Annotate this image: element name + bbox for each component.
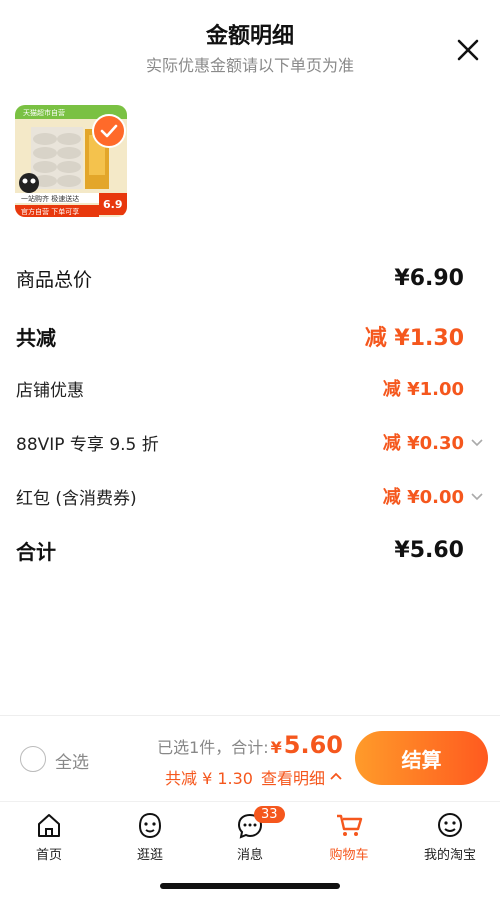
row-amount: ¥6.90 <box>394 266 464 291</box>
chevron-down-icon[interactable] <box>470 435 484 449</box>
row-amount: 减 ¥1.30 <box>364 326 464 351</box>
row-amount: 减 ¥1.00 <box>382 379 464 400</box>
tab-label: 逛逛 <box>136 848 163 863</box>
selected-check-icon[interactable] <box>92 114 126 148</box>
row-label: 共减 <box>16 325 56 350</box>
tab-my-taobao[interactable]: 我的淘宝 <box>410 810 490 863</box>
row-amount: 减 ¥0.30 <box>382 433 464 454</box>
view-detail-label: 查看明细 <box>260 769 325 788</box>
total-value: 5.60 <box>283 731 343 759</box>
image-footer: 官方自营 下单可享 <box>21 207 79 216</box>
tab-messages[interactable]: 消息 33 <box>210 806 290 863</box>
selected-summary: 已选1件，合计: ¥ 5.60 <box>157 731 343 759</box>
view-detail-link[interactable]: 共减 ¥ 1.30 查看明细 <box>165 765 343 789</box>
sheet-title: 金额明细 <box>205 24 294 49</box>
sheet-subtitle: 实际优惠金额请以下单页为准 <box>145 56 354 75</box>
total-symbol: ¥ <box>270 738 282 757</box>
row-total-reduction: 共减 减 ¥1.30 <box>16 320 484 352</box>
reduced-text: 共减 ¥ 1.30 <box>165 769 253 788</box>
browse-face-icon <box>138 812 162 839</box>
selected-text: 已选1件，合计: <box>157 738 269 757</box>
select-all-radio[interactable] <box>20 746 46 772</box>
close-icon[interactable] <box>454 36 482 64</box>
message-count-badge: 33 <box>254 806 285 823</box>
cart-icon <box>337 814 363 836</box>
home-icon <box>38 814 60 837</box>
tab-label: 我的淘宝 <box>423 848 476 863</box>
image-top-label: 天猫超市自营 <box>23 108 65 117</box>
tab-cart[interactable]: 购物车 <box>309 810 389 863</box>
row-label: 88VIP 专享 9.5 折 <box>16 434 159 455</box>
row-label: 商品总价 <box>16 269 93 291</box>
image-slogan: 一站购齐 极速送达 <box>21 194 79 203</box>
row-shop-discount: 店铺优惠 减 ¥1.00 <box>16 375 484 401</box>
home-indicator <box>160 883 340 889</box>
tab-label: 购物车 <box>329 848 369 863</box>
row-amount: ¥5.60 <box>394 538 464 563</box>
tab-browse[interactable]: 逛逛 <box>110 810 190 863</box>
tab-home[interactable]: 首页 <box>9 810 89 863</box>
chevron-up-icon <box>330 772 342 780</box>
amount-detail-sheet: 金额明细 实际优惠金额请以下单页为准 天猫超市自营 一站购齐 极速送达 6.9 … <box>0 0 500 715</box>
row-label: 店铺优惠 <box>16 380 84 401</box>
row-amount: 减 ¥0.00 <box>382 487 464 508</box>
checkout-button[interactable]: 结算 <box>355 731 488 785</box>
row-label: 红包 (含消费券) <box>16 488 137 509</box>
select-all-label[interactable]: 全选 <box>55 748 89 773</box>
image-price: 6.9 <box>103 198 123 211</box>
row-grand-total: 合计 ¥5.60 <box>16 536 484 565</box>
row-red-packet[interactable]: 红包 (含消费券) 减 ¥0.00 <box>16 483 484 509</box>
chevron-down-icon[interactable] <box>470 489 484 503</box>
profile-face-icon <box>438 813 462 837</box>
row-label: 合计 <box>16 540 56 564</box>
tab-label: 消息 <box>236 848 263 863</box>
cart-summary-bar: 全选 已选1件，合计: ¥ 5.60 共减 ¥ 1.30 查看明细 结算 <box>0 715 500 802</box>
tab-label: 首页 <box>35 848 62 863</box>
row-88vip-discount[interactable]: 88VIP 专享 9.5 折 减 ¥0.30 <box>16 429 484 455</box>
row-subtotal: 商品总价 ¥6.90 <box>16 265 484 292</box>
